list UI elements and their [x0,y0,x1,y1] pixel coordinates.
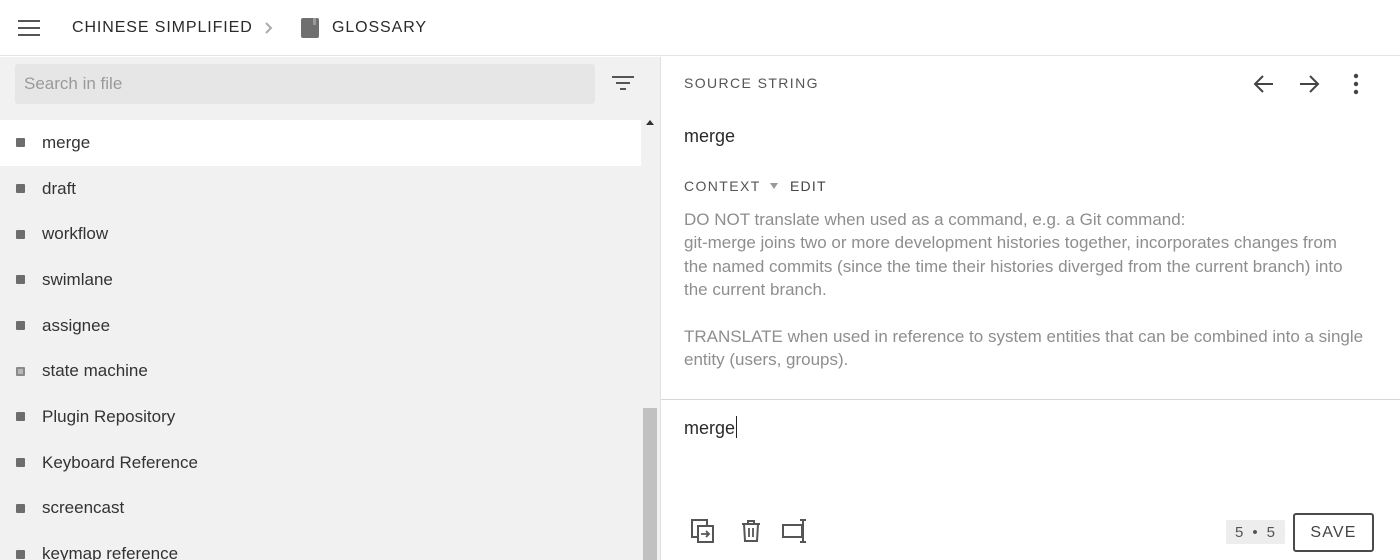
arrow-left-icon[interactable] [1251,71,1277,97]
context-toggle[interactable]: CONTEXT [684,178,779,194]
counter-source: 5 [1235,523,1245,541]
breadcrumb-project[interactable]: CHINESE SIMPLIFIED [72,0,253,56]
list-item-label: screencast [42,498,125,518]
breadcrumb-file-label: GLOSSARY [332,19,427,36]
list-item-label: keymap reference [42,544,179,560]
menu-icon [18,20,40,36]
list-item-label: swimlane [42,269,113,289]
delete-icon[interactable] [737,517,765,545]
status-bullet-icon [16,229,25,239]
list-item-label: assignee [42,315,111,335]
caret-down-icon [769,183,778,189]
save-button[interactable]: SAVE [1293,513,1374,552]
list-item[interactable]: assignee [0,303,641,349]
insert-tag-icon[interactable] [781,517,809,545]
menu-button[interactable] [16,16,42,40]
text-cursor [736,416,738,438]
search-box [15,64,595,104]
status-bullet-icon [16,412,25,422]
counter-translation: 5 [1266,523,1276,541]
list-item-label: Plugin Repository [42,406,176,426]
status-bullet-icon [16,138,25,148]
list-item[interactable]: swimlane [0,257,641,303]
file-icon [301,18,319,38]
more-vert-icon[interactable] [1343,71,1369,97]
list-item[interactable]: merge [0,120,641,166]
list-item-label: Keyboard Reference [42,452,198,472]
character-counter: 5 • 5 [1226,520,1285,544]
list-item[interactable]: screencast [0,486,641,532]
list-item-label: state machine [42,361,148,381]
list-item[interactable]: Plugin Repository [0,394,641,440]
context-text: DO NOT translate when used as a command,… [684,208,1364,371]
edit-context-link[interactable]: EDIT [790,178,827,194]
context-paragraph: git-merge joins two or more development … [684,233,1343,300]
status-bullet-icon [16,321,25,331]
source-string-label: SOURCE STRING [684,75,819,91]
arrow-right-icon[interactable] [1296,71,1322,97]
breadcrumb-file[interactable]: GLOSSARY [300,0,427,56]
translation-value: merge [684,418,736,438]
list-item[interactable]: Keyboard Reference [0,440,641,486]
source-string-text: merge [684,126,736,146]
status-bullet-icon [16,184,25,194]
list-item[interactable]: draft [0,166,641,212]
context-paragraph: DO NOT translate when used as a command,… [684,210,1186,229]
counter-separator: • [1252,523,1259,541]
list-item[interactable]: state machine [0,348,641,394]
status-bullet-icon [16,275,25,285]
search-input[interactable] [15,64,595,104]
string-list: merge draft workflow swimlane assignee s… [0,120,641,560]
translation-value-wrap: merge [684,416,738,439]
translation-input[interactable]: merge [661,400,1400,500]
scroll-up-arrow-icon[interactable] [645,118,655,126]
copy-source-icon[interactable] [689,517,717,545]
editor-panel: SOURCE STRING merge CONTEXT EDIT DO NOT … [661,57,1400,560]
scrollbar-thumb[interactable] [643,408,657,560]
context-paragraph: TRANSLATE when used in reference to syst… [684,326,1364,370]
chevron-right-icon [265,22,273,34]
breadcrumb-project-label: CHINESE SIMPLIFIED [72,19,253,36]
status-bullet-icon [16,458,25,468]
status-bullet-icon [16,549,25,559]
list-item[interactable]: workflow [0,211,641,257]
list-item[interactable]: keymap reference [0,531,641,560]
list-item-label: draft [42,178,77,198]
context-label: CONTEXT [684,178,761,194]
list-item-label: workflow [42,224,109,244]
top-bar: CHINESE SIMPLIFIED GLOSSARY [0,0,1400,56]
string-list-panel: merge draft workflow swimlane assignee s… [0,57,660,560]
filter-icon[interactable] [610,73,636,93]
status-bullet-icon [16,503,25,513]
list-item-label: merge [42,132,91,152]
status-bullet-icon [16,366,25,376]
